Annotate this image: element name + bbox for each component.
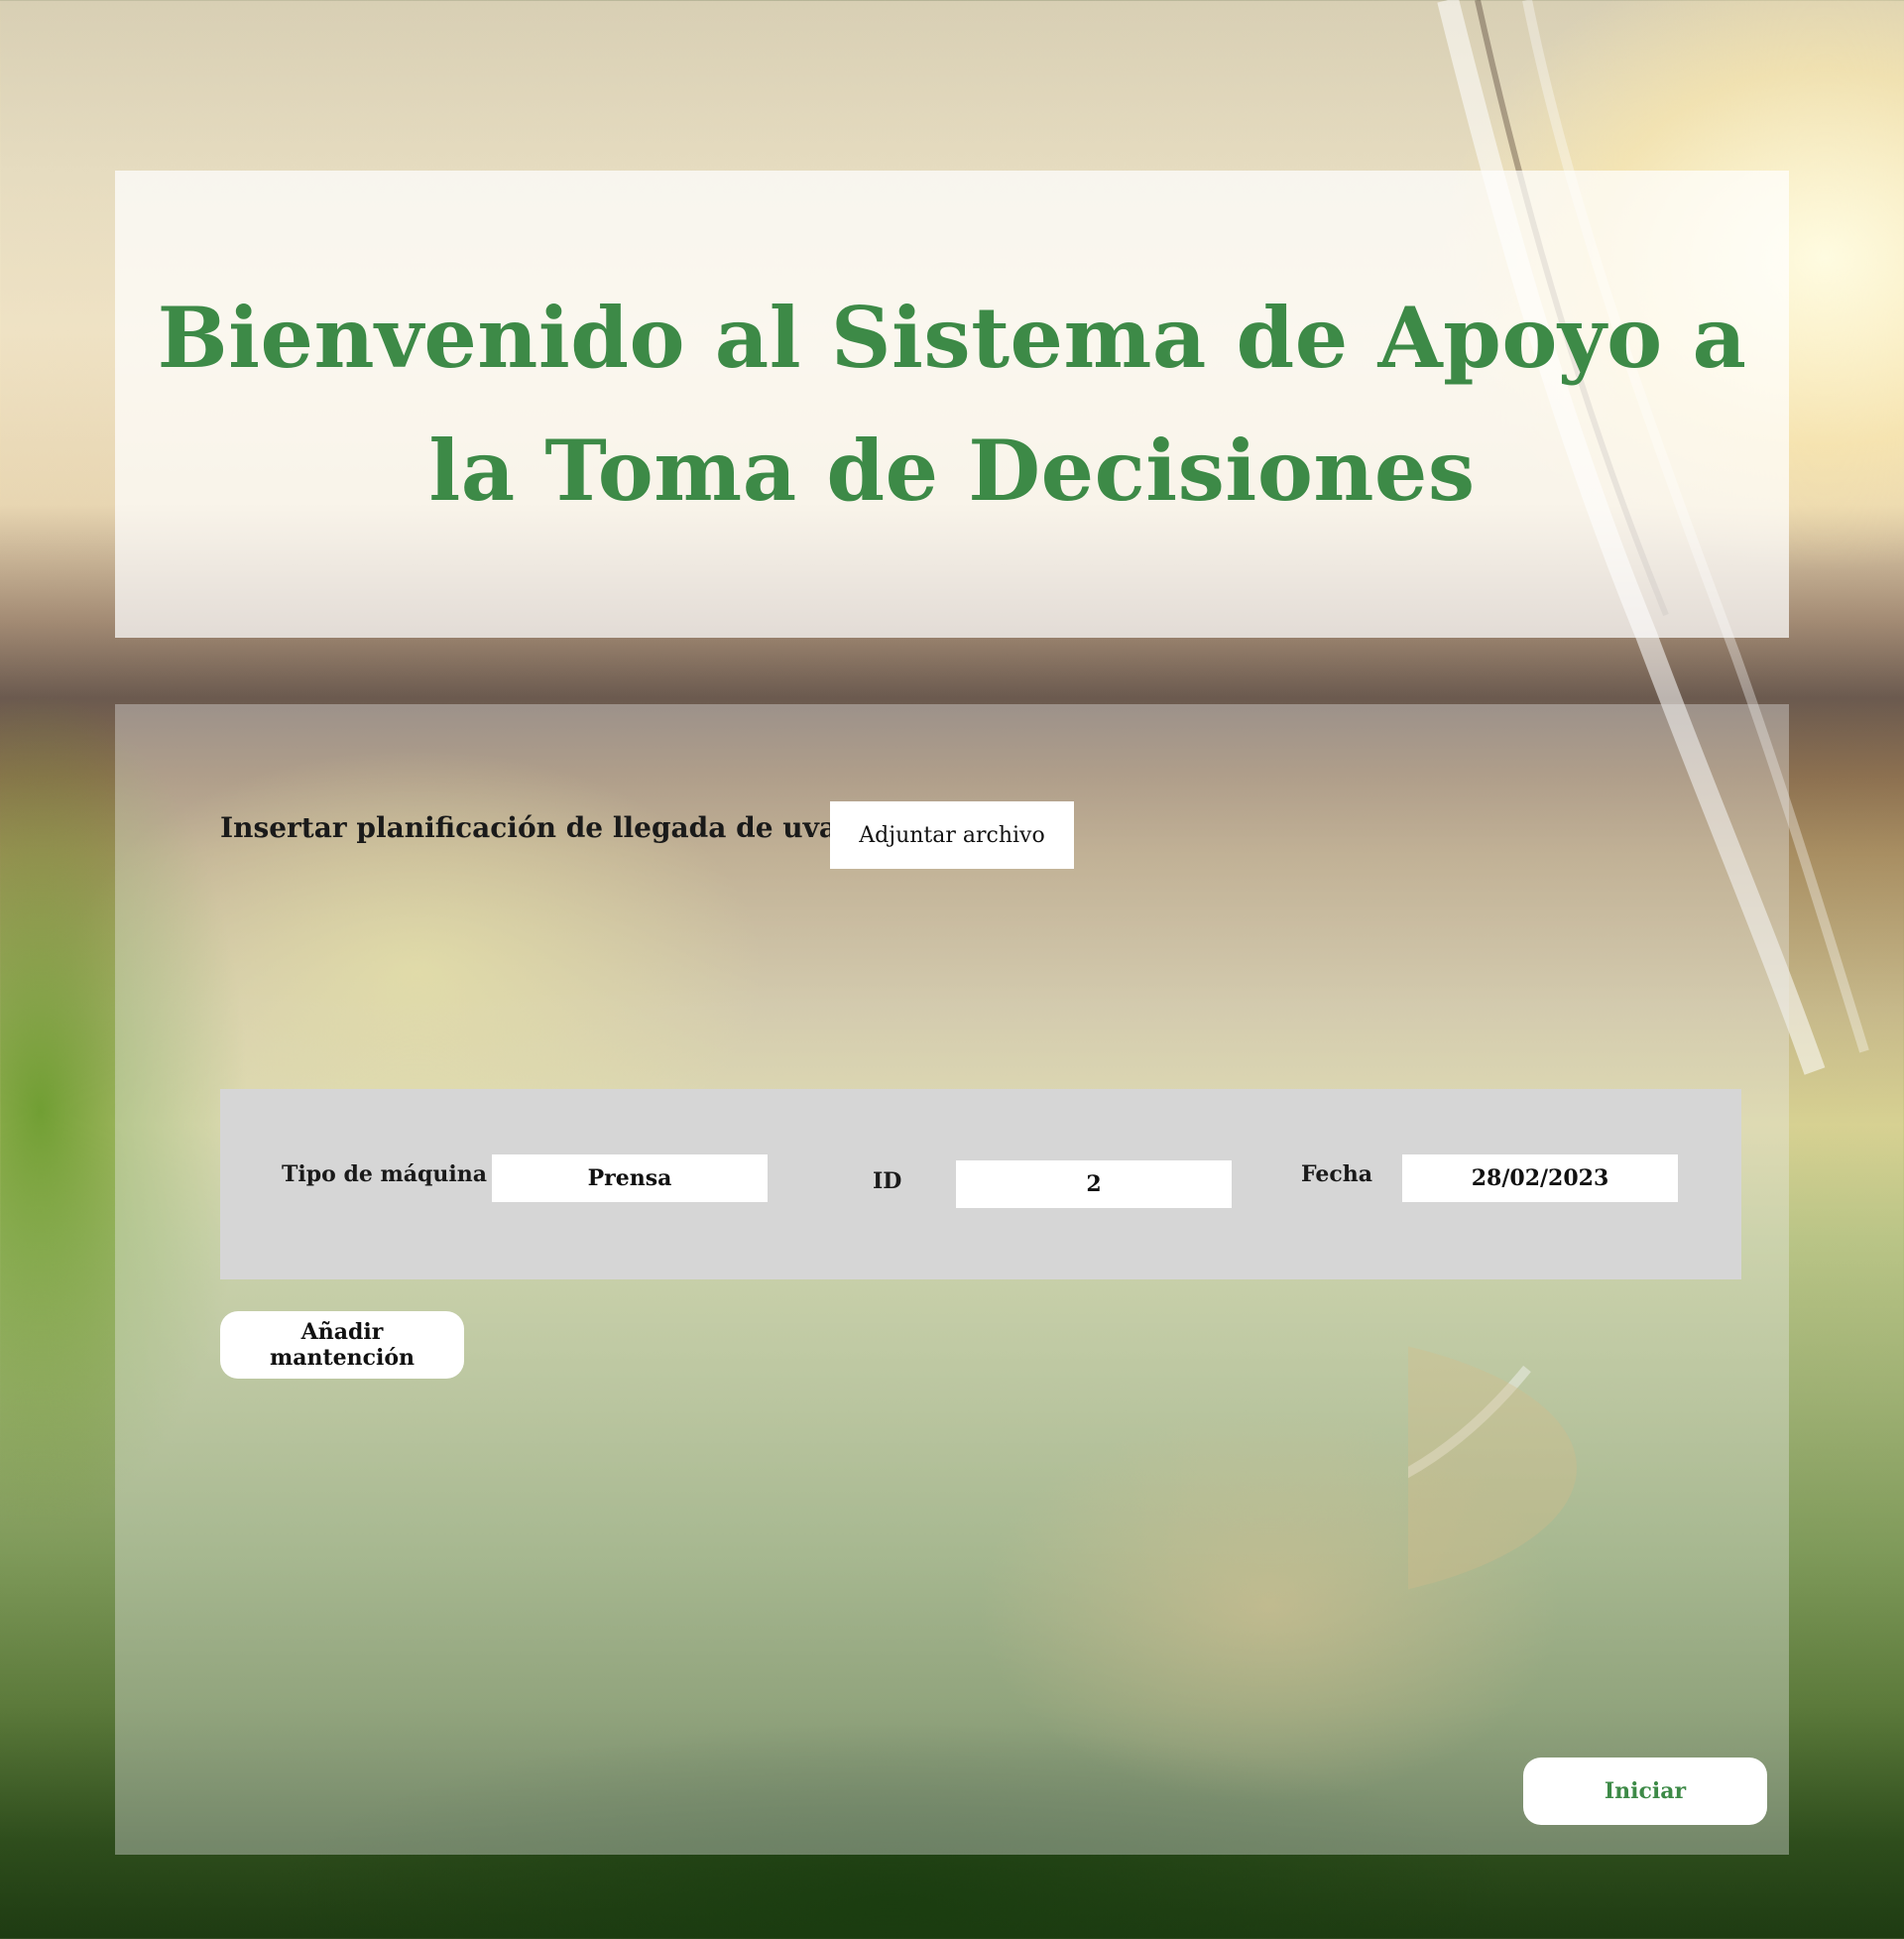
add-maintenance-button[interactable]: Añadir mantención <box>220 1311 464 1379</box>
main-form-panel: Insertar planificación de llegada de uva… <box>115 704 1789 1855</box>
maintenance-entry-row: Tipo de máquina Prensa ID 2 Fecha 28/02/… <box>220 1089 1741 1279</box>
date-label: Fecha <box>1301 1161 1373 1187</box>
machine-type-field[interactable]: Prensa <box>492 1154 768 1202</box>
page-title: Bienvenido al Sistema de Apoyo a la Toma… <box>157 288 1747 520</box>
date-field[interactable]: 28/02/2023 <box>1402 1154 1678 1202</box>
id-label: ID <box>873 1168 902 1194</box>
start-button[interactable]: Iniciar <box>1523 1757 1767 1825</box>
machine-type-label: Tipo de máquina <box>282 1161 488 1187</box>
id-field[interactable]: 2 <box>956 1160 1232 1208</box>
upload-planning-label: Insertar planificación de llegada de uva… <box>220 811 853 844</box>
attach-file-button[interactable]: Adjuntar archivo <box>830 801 1074 869</box>
title-banner: Bienvenido al Sistema de Apoyo a la Toma… <box>115 171 1789 638</box>
